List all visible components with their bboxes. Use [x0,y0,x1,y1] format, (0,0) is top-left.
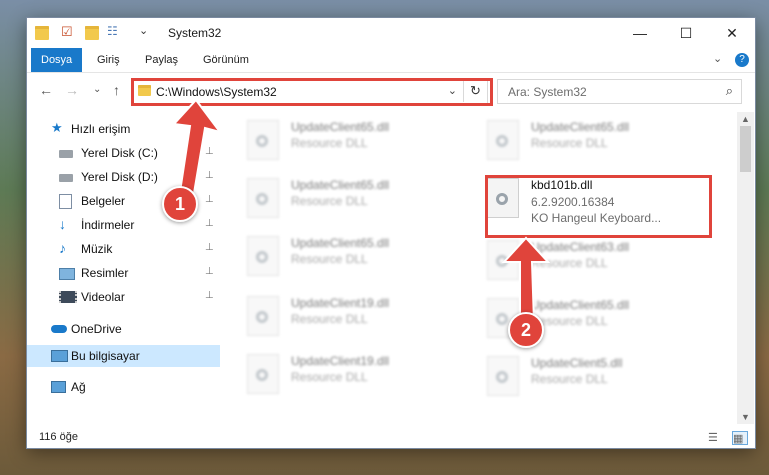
callout-badge-1: 1 [162,186,198,222]
callout-badge-2: 2 [508,312,544,348]
arrow-2-icon [501,236,551,323]
callout-arrows [171,98,551,323]
